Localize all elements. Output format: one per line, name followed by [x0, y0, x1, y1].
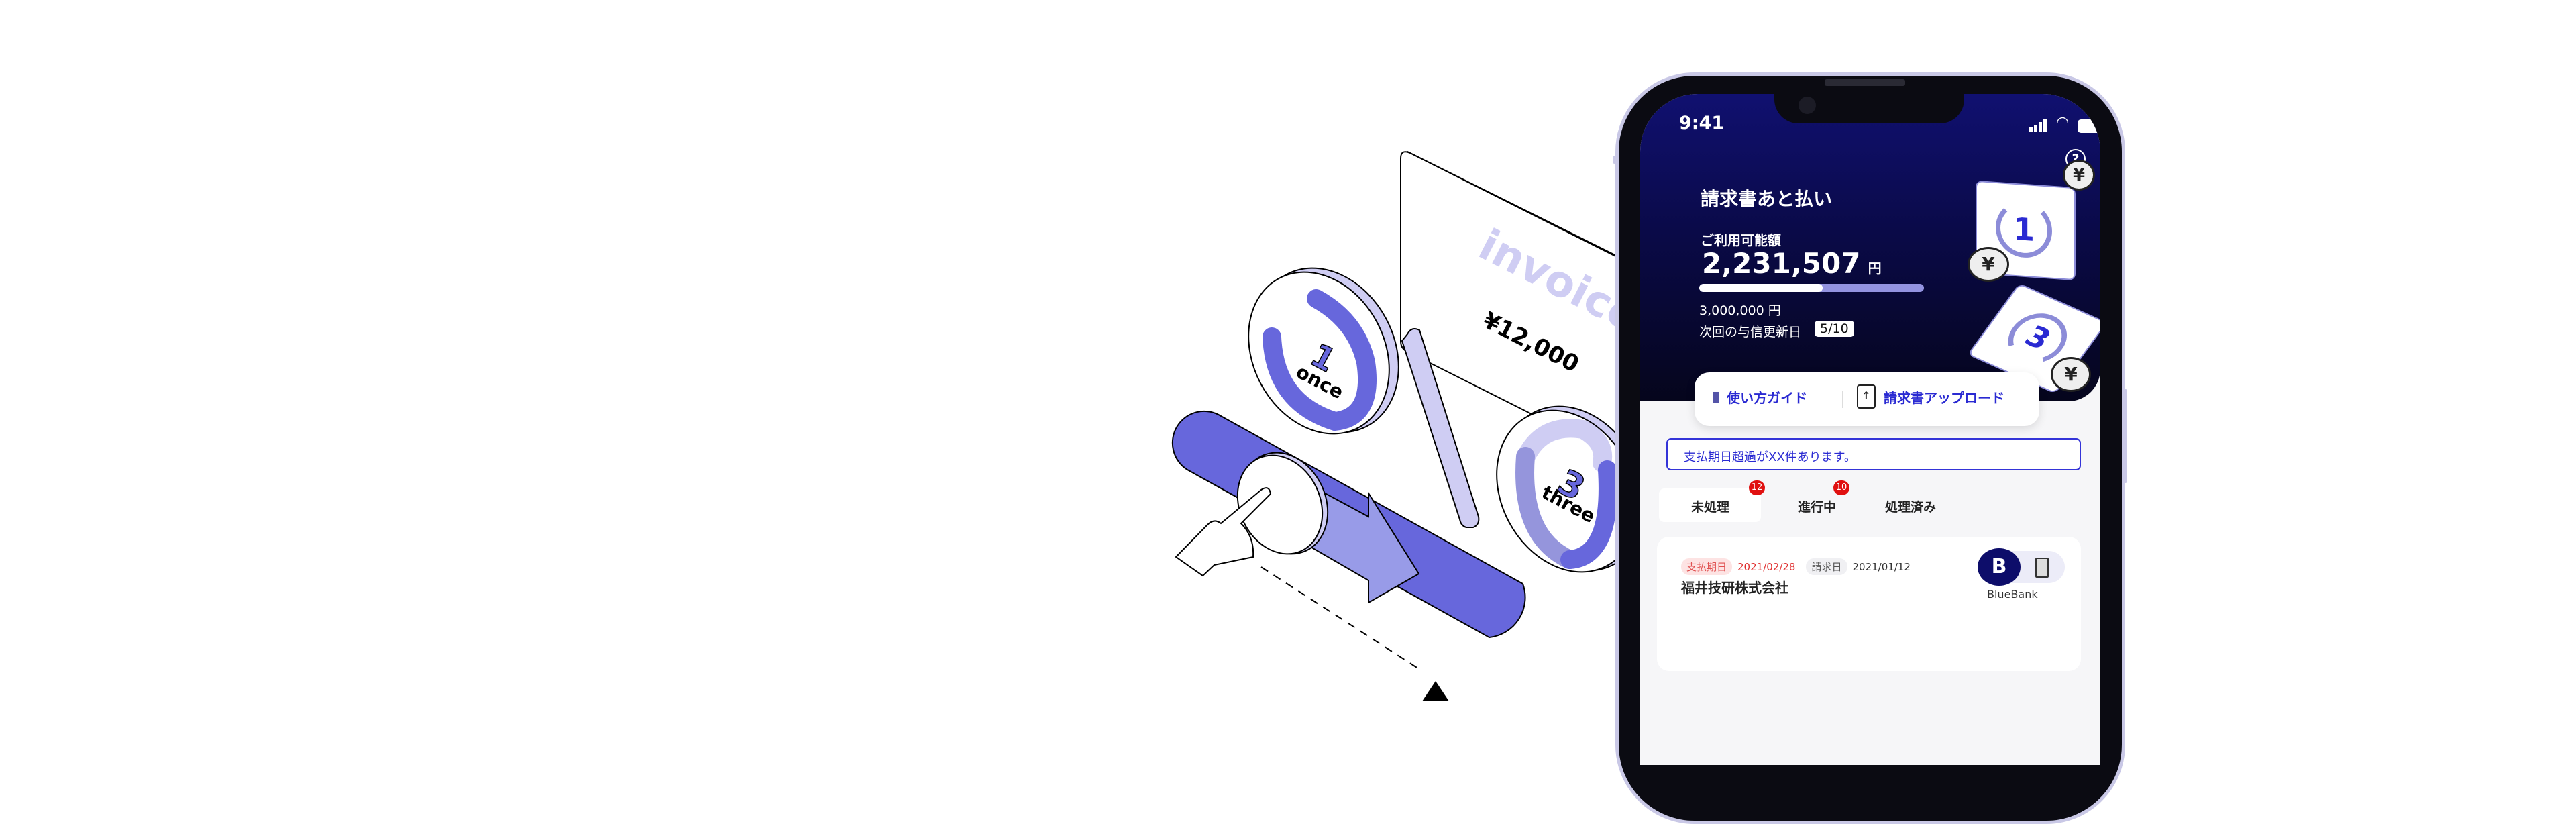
- renewal-date-badge: 5/10: [1815, 321, 1854, 337]
- company-name: 福井技研株式会社: [1681, 580, 1788, 596]
- issue-label: 請求日: [1806, 558, 1847, 575]
- invoice-dates: 支払期日 2021/02/28 請求日 2021/01/12: [1681, 558, 1911, 575]
- available-label: ご利用可能額: [1701, 232, 1781, 248]
- upload-icon: ↑: [1857, 384, 1876, 409]
- notch: [1774, 94, 1964, 123]
- signal-icon: [2029, 119, 2047, 134]
- phone-mute-switch: [1613, 156, 1616, 164]
- book-icon: ▮: [1712, 389, 1721, 405]
- page-title: 請求書あと払い: [1701, 188, 1833, 210]
- overdue-alert[interactable]: 支払期日超過がXX件あります。: [1666, 438, 2081, 470]
- tab-unprocessed[interactable]: 未処理 12: [1659, 480, 1765, 522]
- usage-progress-fill: [1699, 284, 1823, 292]
- tab-in-progress[interactable]: 進行中 10: [1791, 480, 1858, 522]
- upload-label: 請求書アップロード: [1884, 389, 2004, 406]
- yen-coin-icon: ¥: [2051, 357, 2091, 392]
- issue-date: 2021/01/12: [1852, 560, 1911, 573]
- tab-badge: 12: [1749, 480, 1765, 495]
- usage-progress-bar: [1699, 284, 1924, 292]
- camera: [1799, 97, 1816, 114]
- tab-badge: 10: [1833, 480, 1849, 495]
- phone-speaker: [1825, 79, 1905, 86]
- renewal-label: 次回の与信更新日: [1699, 325, 1802, 340]
- guide-label: 使い方ガイド: [1727, 390, 1808, 406]
- bluebank-logo-icon: B: [1978, 548, 2021, 586]
- card-icon: [2035, 558, 2049, 578]
- alert-text: 支払期日超過がXX件あります。: [1684, 450, 1856, 464]
- yen-coin-icon: ¥: [1968, 247, 2009, 282]
- available-amount-row: 2,231,507 円: [1702, 247, 1882, 280]
- due-label: 支払期日: [1681, 558, 1733, 575]
- action-card: ▮ 使い方ガイド ↑ 請求書アップロード: [1695, 372, 2039, 426]
- credit-header: 9:41 ◠ ? 請求書あと払い ご利用可能額 2,231,507 円 3,00…: [1640, 94, 2100, 401]
- phone-side-button: [2124, 389, 2127, 483]
- wifi-icon: ◠: [2056, 114, 2070, 131]
- upload-button[interactable]: ↑ 請求書アップロード: [1857, 384, 2004, 409]
- guide-button[interactable]: ▮ 使い方ガイド: [1712, 387, 1807, 407]
- status-time: 9:41: [1679, 113, 1725, 134]
- bank-pill: B: [1978, 548, 2065, 586]
- yen-coin-icon: ¥: [2063, 160, 2095, 191]
- invoice-list-item[interactable]: 支払期日 2021/02/28 請求日 2021/01/12 福井技研株式会社 …: [1657, 537, 2081, 671]
- coin-once: 1 once: [1248, 267, 1399, 435]
- payment-illustration: invoice ¥12,000 1 once 3 three: [1171, 151, 1683, 701]
- currency-label: 円: [1868, 260, 1882, 276]
- app-screen: 9:41 ◠ ? 請求書あと払い ご利用可能額 2,231,507 円 3,00…: [1640, 94, 2100, 765]
- due-date: 2021/02/28: [1737, 560, 1796, 573]
- credit-limit: 3,000,000 円: [1699, 303, 1781, 318]
- divider: [1842, 391, 1843, 408]
- tab-processed[interactable]: 処理済み: [1878, 488, 1952, 522]
- available-amount: 2,231,507: [1702, 247, 1861, 280]
- triangle-marker-icon: [1422, 681, 1449, 701]
- bank-name: BlueBank: [1987, 588, 2038, 601]
- battery-icon: [2078, 119, 2100, 133]
